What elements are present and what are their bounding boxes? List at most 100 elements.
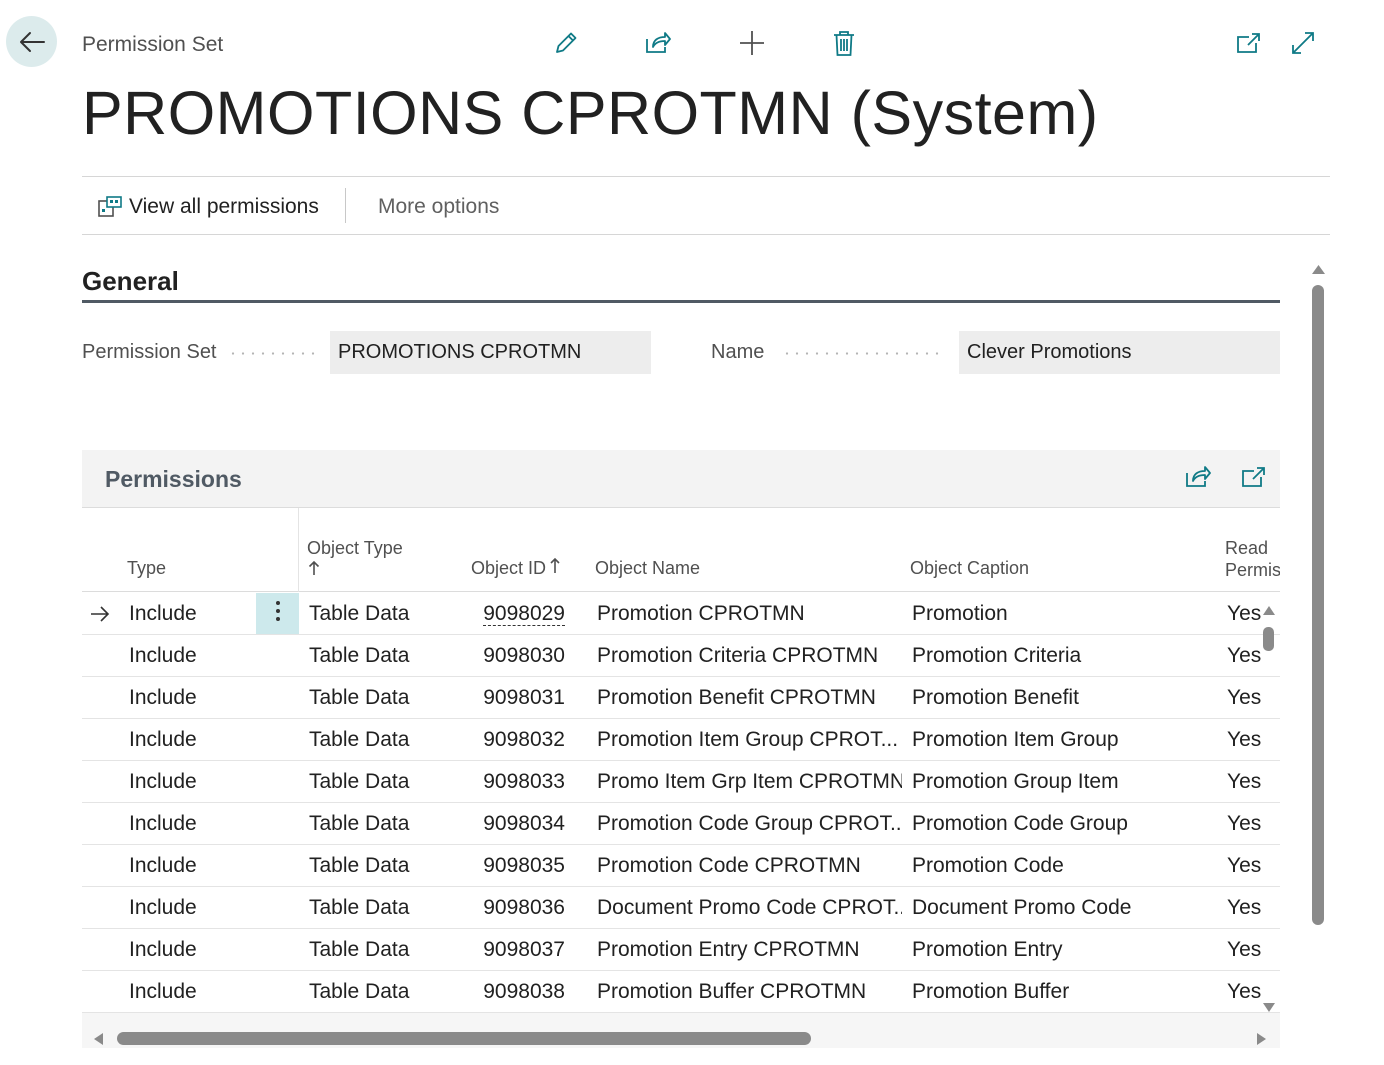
cell-object-caption[interactable]: Promotion Item Group bbox=[912, 719, 1212, 761]
grid-vertical-scroll-thumb[interactable] bbox=[1263, 627, 1274, 651]
cell-object-id[interactable]: 9098038 bbox=[462, 971, 565, 1013]
cell-object-type[interactable]: Table Data bbox=[309, 929, 459, 971]
cell-object-id[interactable]: 9098036 bbox=[462, 887, 565, 929]
table-row[interactable]: Include Table Data 9098031 Promotion Benefi… bbox=[82, 677, 1280, 719]
column-header-read-permission[interactable]: Read Permiss bbox=[1225, 537, 1280, 581]
cell-object-caption[interactable]: Promotion Code bbox=[912, 845, 1212, 887]
new-button[interactable] bbox=[737, 30, 767, 60]
cell-type[interactable]: Include bbox=[129, 971, 249, 1013]
page-vertical-scroll-thumb[interactable] bbox=[1312, 285, 1324, 925]
cell-object-id[interactable]: 9098031 bbox=[462, 677, 565, 719]
cell-type[interactable]: Include bbox=[129, 635, 249, 677]
cell-object-name[interactable]: Document Promo Code CPROT... bbox=[597, 887, 902, 929]
name-field[interactable]: Clever Promotions bbox=[959, 331, 1280, 374]
back-button[interactable] bbox=[6, 16, 57, 67]
cell-object-id[interactable]: 9098032 bbox=[462, 719, 565, 761]
row-actions-button[interactable] bbox=[256, 593, 299, 634]
cell-object-caption[interactable]: Promotion Criteria bbox=[912, 635, 1212, 677]
cell-type[interactable]: Include bbox=[129, 761, 249, 803]
object-id-link[interactable]: 9098029 bbox=[483, 603, 565, 626]
horizontal-scroll-right-arrow[interactable] bbox=[1256, 1032, 1268, 1046]
cell-type[interactable]: Include bbox=[129, 677, 249, 719]
cell-object-caption[interactable]: Promotion Entry bbox=[912, 929, 1212, 971]
cell-object-id[interactable]: 9098029 bbox=[462, 593, 565, 635]
permission-set-field[interactable]: PROMOTIONS CPROTMN bbox=[330, 331, 651, 374]
cell-object-name[interactable]: Promotion Code CPROTMN bbox=[597, 845, 902, 887]
cell-read-permission[interactable]: Yes bbox=[1227, 803, 1280, 845]
cell-type[interactable]: Include bbox=[129, 845, 249, 887]
cell-object-id[interactable]: 9098037 bbox=[462, 929, 565, 971]
table-row[interactable]: Include Table Data 9098030 Promotion Criter… bbox=[82, 635, 1280, 677]
delete-button[interactable] bbox=[829, 30, 859, 60]
cell-object-type[interactable]: Table Data bbox=[309, 677, 459, 719]
edit-button[interactable] bbox=[551, 30, 581, 60]
table-row[interactable]: Include Table Data 9098035 Promotion Code C… bbox=[82, 845, 1280, 887]
table-row[interactable]: Include Table Data 9098033 Promo Item Grp I… bbox=[82, 761, 1280, 803]
horizontal-scroll-left-arrow[interactable] bbox=[92, 1032, 104, 1046]
expand-button[interactable] bbox=[1288, 30, 1318, 60]
cell-object-type[interactable]: Table Data bbox=[309, 845, 459, 887]
cell-object-caption[interactable]: Document Promo Code bbox=[912, 887, 1212, 929]
cell-read-permission[interactable]: Yes bbox=[1227, 719, 1280, 761]
column-header-object-name[interactable]: Object Name bbox=[595, 557, 700, 579]
cell-object-name[interactable]: Promo Item Grp Item CPROTMN bbox=[597, 761, 902, 803]
cell-object-caption[interactable]: Promotion bbox=[912, 593, 1212, 635]
cell-object-caption[interactable]: Promotion Buffer bbox=[912, 971, 1212, 1013]
cell-object-type[interactable]: Table Data bbox=[309, 887, 459, 929]
table-row[interactable]: Include Table Data 9098029 Promotion CPROTM… bbox=[82, 593, 1280, 635]
cell-object-id[interactable]: 9098035 bbox=[462, 845, 565, 887]
cell-type[interactable]: Include bbox=[129, 929, 249, 971]
cell-object-type[interactable]: Table Data bbox=[309, 761, 459, 803]
table-row[interactable]: Include Table Data 9098032 Promotion Item G… bbox=[82, 719, 1280, 761]
cell-type[interactable]: Include bbox=[129, 719, 249, 761]
share-button[interactable] bbox=[643, 30, 673, 60]
permissions-grid: Type Object Type Object ID Object Name O… bbox=[82, 508, 1280, 1013]
cell-object-id[interactable]: 9098034 bbox=[462, 803, 565, 845]
cell-object-type[interactable]: Table Data bbox=[309, 635, 459, 677]
cell-object-caption[interactable]: Promotion Benefit bbox=[912, 677, 1212, 719]
cell-object-name[interactable]: Promotion CPROTMN bbox=[597, 593, 902, 635]
open-in-new-window-button[interactable] bbox=[1233, 30, 1263, 60]
cell-object-name[interactable]: Promotion Code Group CPROT... bbox=[597, 803, 902, 845]
table-row[interactable]: Include Table Data 9098038 Promotion Buffer… bbox=[82, 971, 1280, 1013]
cell-object-id[interactable]: 9098030 bbox=[462, 635, 565, 677]
general-section-title[interactable]: General bbox=[82, 266, 179, 297]
cell-type[interactable]: Include bbox=[129, 593, 249, 635]
cell-object-name[interactable]: Promotion Buffer CPROTMN bbox=[597, 971, 902, 1013]
table-row[interactable]: Include Table Data 9098036 Document Promo C… bbox=[82, 887, 1280, 929]
permissions-share-button[interactable] bbox=[1183, 464, 1213, 494]
cell-object-name[interactable]: Promotion Benefit CPROTMN bbox=[597, 677, 902, 719]
cell-object-name[interactable]: Promotion Item Group CPROT... bbox=[597, 719, 902, 761]
horizontal-scroll-thumb[interactable] bbox=[117, 1032, 811, 1045]
cell-object-type[interactable]: Table Data bbox=[309, 803, 459, 845]
page-scroll-up-arrow[interactable] bbox=[1311, 262, 1326, 274]
cell-object-caption[interactable]: Promotion Group Item bbox=[912, 761, 1212, 803]
cell-read-permission[interactable]: Yes bbox=[1227, 887, 1280, 929]
cell-object-type[interactable]: Table Data bbox=[309, 593, 459, 635]
open-in-new-window-icon bbox=[1235, 31, 1261, 60]
cell-object-type[interactable]: Table Data bbox=[309, 971, 459, 1013]
column-header-object-id[interactable]: Object ID bbox=[471, 557, 561, 579]
permissions-title[interactable]: Permissions bbox=[105, 466, 242, 493]
cell-read-permission[interactable]: Yes bbox=[1227, 845, 1280, 887]
permissions-open-in-new-window-button[interactable] bbox=[1238, 464, 1268, 494]
column-header-object-type[interactable]: Object Type bbox=[307, 537, 403, 582]
more-options-button[interactable]: More options bbox=[378, 190, 499, 224]
column-header-type[interactable]: Type bbox=[127, 557, 166, 579]
view-all-permissions-button[interactable]: View all permissions bbox=[97, 190, 319, 224]
table-row[interactable]: Include Table Data 9098034 Promotion Code G… bbox=[82, 803, 1280, 845]
cell-object-caption[interactable]: Promotion Code Group bbox=[912, 803, 1212, 845]
grid-scroll-up-arrow[interactable] bbox=[1262, 603, 1276, 615]
cell-type[interactable]: Include bbox=[129, 803, 249, 845]
cell-read-permission[interactable]: Yes bbox=[1227, 677, 1280, 719]
cell-type[interactable]: Include bbox=[129, 887, 249, 929]
cell-object-id[interactable]: 9098033 bbox=[462, 761, 565, 803]
cell-object-name[interactable]: Promotion Entry CPROTMN bbox=[597, 929, 902, 971]
table-row[interactable]: Include Table Data 9098037 Promotion Entry … bbox=[82, 929, 1280, 971]
cell-object-type[interactable]: Table Data bbox=[309, 719, 459, 761]
cell-read-permission[interactable]: Yes bbox=[1227, 761, 1280, 803]
column-header-object-caption[interactable]: Object Caption bbox=[910, 557, 1029, 579]
cell-read-permission[interactable]: Yes bbox=[1227, 929, 1280, 971]
cell-object-name[interactable]: Promotion Criteria CPROTMN bbox=[597, 635, 902, 677]
grid-scroll-down-arrow[interactable] bbox=[1262, 1001, 1276, 1013]
